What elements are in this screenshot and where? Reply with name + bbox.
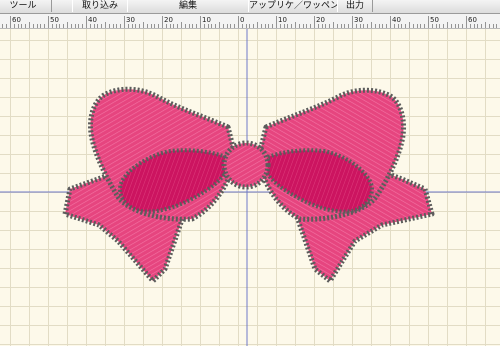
ruler-label: 40 [392, 16, 401, 24]
ruler-label: 60 [468, 16, 477, 24]
ruler-label: 0 [240, 16, 244, 24]
tab-import[interactable]: 取り込み [72, 0, 128, 12]
ruler-label: 10 [278, 16, 287, 24]
design-canvas[interactable] [0, 29, 500, 346]
ruler-label: 30 [126, 16, 135, 24]
tab-edit[interactable]: 編集 [127, 0, 249, 12]
ruler-label: 50 [50, 16, 59, 24]
bow-center-knot [221, 140, 271, 190]
horizontal-ruler: 60 50 40 30 20 10 0 10 20 30 40 50 60 [0, 14, 500, 29]
ruler-scale: 60 50 40 30 20 10 0 10 20 30 40 50 60 [2, 16, 497, 28]
ruler-label: 20 [164, 16, 173, 24]
bow-embroidery[interactable] [62, 86, 435, 284]
menu-tab-bar: ツール 取り込み 編集 アップリケ／ワッペン 出力 [0, 0, 500, 14]
ruler-label: 30 [354, 16, 363, 24]
ruler-label: 40 [88, 16, 97, 24]
ruler-label: 20 [316, 16, 325, 24]
ruler-label: 60 [12, 16, 21, 24]
embroidery-editor: ツール 取り込み 編集 アップリケ／ワッペン 出力 60 50 40 30 20 10 0 1… [0, 0, 500, 346]
tab-tool[interactable]: ツール [0, 0, 52, 12]
ruler-label: 10 [202, 16, 211, 24]
ruler-label: 50 [430, 16, 439, 24]
canvas-svg [0, 29, 500, 346]
tab-output[interactable]: 出力 [337, 0, 373, 12]
tab-applique[interactable]: アップリケ／ワッペン [248, 0, 338, 12]
